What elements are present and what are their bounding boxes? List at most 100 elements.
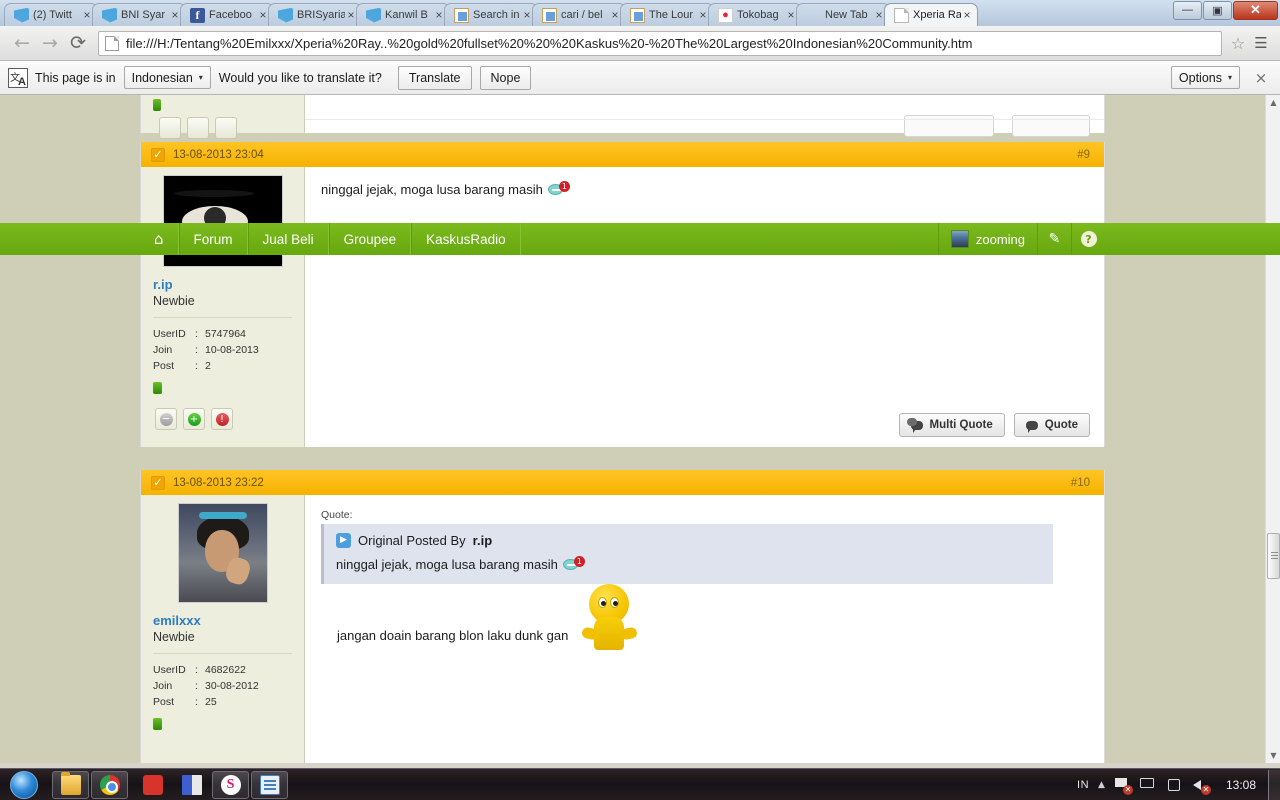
quote-label: Quote — [1044, 419, 1078, 431]
previous-multi-quote-button[interactable] — [904, 115, 994, 137]
speaker-shape — [1192, 779, 1201, 790]
error-badge: ✕ — [1122, 784, 1133, 795]
infobar-question-text: Would you like to translate it? — [218, 70, 382, 85]
desktop-background: (2) Twitt × BNI Syar × f Faceboo × BRISy… — [0, 0, 1280, 800]
nav-user-menu[interactable]: zooming — [937, 223, 1037, 255]
infobar-close-icon[interactable]: × — [1248, 69, 1274, 87]
browser-tab[interactable]: Kanwil B × — [356, 3, 450, 26]
address-bar[interactable]: file:///H:/Tentang%20Emilxxx/Xperia%20Ra… — [98, 30, 1222, 56]
scroll-down-arrow-icon[interactable]: ▼ — [1266, 748, 1280, 763]
report-icon[interactable]: ! — [211, 408, 233, 430]
taskbar-clock[interactable]: 13:08 — [1218, 778, 1264, 792]
nav-item-forum[interactable]: Forum — [178, 223, 248, 255]
nav-item-kaskusradio[interactable]: KaskusRadio — [411, 223, 521, 255]
scroll-up-arrow-icon[interactable]: ▲ — [1266, 95, 1280, 110]
stat-separator: : — [195, 696, 198, 708]
show-hidden-icons-icon[interactable]: ▲ — [1098, 780, 1105, 790]
avatar[interactable] — [177, 503, 268, 603]
browser-tab[interactable]: f Faceboo × — [180, 3, 274, 26]
browser-tab-active[interactable]: Xperia Ra × — [884, 3, 978, 26]
report-icon[interactable] — [215, 117, 237, 139]
display-icon[interactable] — [1139, 777, 1157, 793]
options-button[interactable]: Options ▾ — [1170, 66, 1240, 89]
browser-tab[interactable]: cari / bel × — [532, 3, 626, 26]
smiley-arm — [620, 626, 638, 641]
volume-muted-icon[interactable]: ✕ — [1192, 777, 1211, 795]
nope-button[interactable]: Nope — [479, 65, 532, 90]
site-navigation-bar: ⌂ Forum Jual Beli Groupee KaskusRadio zo… — [0, 223, 1280, 255]
compose-button[interactable]: ✎ — [1037, 223, 1071, 255]
browser-tab[interactable]: BRISyaria × — [268, 3, 362, 26]
vertical-scrollbar[interactable]: ▲ ▼ — [1265, 95, 1280, 763]
input-language-indicator[interactable]: IN — [1077, 779, 1089, 791]
multi-quote-button[interactable]: Multi Quote — [898, 413, 1005, 437]
minimize-button[interactable]: — — [1173, 1, 1202, 20]
chevron-down-icon: ▾ — [1227, 73, 1232, 82]
author-action-buttons: ─ + ! — [155, 408, 304, 430]
quote-attribution: ▶ Original Posted By r.ip — [336, 533, 1041, 548]
previous-quote-button[interactable] — [1012, 115, 1090, 137]
system-tray: IN ▲ ✕ ✕ 13:08 — [1077, 777, 1268, 795]
nav-home[interactable]: ⌂ — [140, 223, 179, 255]
taskbar-item-smadav[interactable] — [212, 770, 249, 799]
back-button[interactable]: ← — [8, 29, 36, 57]
quote-jump-icon[interactable]: ▶ — [336, 533, 351, 548]
browser-tab[interactable]: (2) Twitt × — [4, 3, 98, 26]
mute-icon[interactable] — [159, 117, 181, 139]
kaskus-emoticon-icon: 1 — [562, 556, 585, 573]
tab-title: Faceboo — [209, 9, 252, 21]
close-window-button[interactable]: ✕ — [1233, 1, 1278, 20]
browser-tab[interactable]: The Lour × — [620, 3, 714, 26]
post-check-icon[interactable]: ✓ — [151, 147, 165, 162]
show-desktop-button[interactable] — [1268, 769, 1280, 800]
reload-button[interactable]: ⟳ — [64, 29, 92, 57]
browser-tab[interactable]: New Tab × — [796, 3, 890, 26]
help-button[interactable]: ? — [1071, 223, 1105, 255]
taskbar-item-ebook[interactable] — [173, 771, 210, 799]
reputation-up-icon[interactable]: + — [183, 408, 205, 430]
quote-button[interactable]: Quote — [1013, 413, 1090, 437]
quote-attribution-user[interactable]: r.ip — [473, 533, 493, 548]
tab-close-icon[interactable]: × — [961, 9, 973, 21]
taskbar-item-explorer[interactable] — [52, 770, 89, 799]
page-info-icon[interactable] — [105, 35, 119, 51]
nav-item-jual-beli[interactable]: Jual Beli — [247, 223, 329, 255]
report-glyph: ! — [215, 412, 229, 426]
bookmark-star-icon[interactable]: ☆ — [1226, 34, 1250, 53]
mute-icon[interactable]: ─ — [155, 408, 177, 430]
post-check-icon[interactable]: ✓ — [151, 475, 165, 490]
maximize-button[interactable]: ▣ — [1203, 1, 1232, 20]
page-icon — [894, 7, 909, 23]
taskbar-item-pdf[interactable] — [134, 771, 171, 799]
taskbar-item-chrome[interactable] — [91, 770, 128, 799]
reputation-up-icon[interactable] — [187, 117, 209, 139]
browser-tab[interactable]: BNI Syar × — [92, 3, 186, 26]
nav-item-groupee[interactable]: Groupee — [328, 223, 412, 255]
translate-button[interactable]: Translate — [397, 65, 472, 90]
action-center-icon[interactable] — [1166, 777, 1183, 793]
language-select[interactable]: Indonesian ▾ — [123, 66, 211, 89]
author-username[interactable]: emilxxx — [141, 613, 304, 628]
taskbar-item-outlook[interactable] — [251, 770, 288, 799]
tab-title: BRISyaria — [297, 9, 345, 21]
post-9: ✓ 13-08-2013 23:04 #9 r.ip Newbie UserID… — [140, 142, 1105, 447]
quote-message-text: ninggal jejak, moga lusa barang masih — [336, 557, 558, 572]
network-disconnected-icon[interactable]: ✕ — [1114, 777, 1133, 795]
stat-value: 5747964 — [205, 328, 246, 340]
post-message-row: jangan doain barang blon laku dunk gan — [321, 584, 1088, 672]
chrome-menu-icon[interactable]: ☰ — [1250, 36, 1272, 51]
post-number[interactable]: #9 — [1077, 149, 1090, 161]
start-button[interactable] — [2, 770, 46, 800]
page-viewport: ✓ 13-08-2013 23:04 #9 r.ip Newbie UserID… — [0, 95, 1280, 763]
browser-tab[interactable]: ● Tokobag × — [708, 3, 802, 26]
author-title: Newbie — [153, 294, 195, 308]
forward-button[interactable]: → — [36, 29, 64, 57]
tab-title: Tokobag — [737, 9, 779, 21]
browser-tab[interactable]: Search in × — [444, 3, 538, 26]
nav-right-group: zooming ✎ ? — [937, 223, 1105, 255]
scrollbar-thumb[interactable] — [1267, 533, 1280, 579]
post-author-panel: r.ip Newbie UserID : 5747964 Join: 10-0… — [141, 167, 305, 447]
post-number[interactable]: #10 — [1071, 477, 1090, 489]
author-username[interactable]: r.ip — [141, 277, 304, 292]
browser-window: (2) Twitt × BNI Syar × f Faceboo × BRISy… — [0, 0, 1280, 768]
